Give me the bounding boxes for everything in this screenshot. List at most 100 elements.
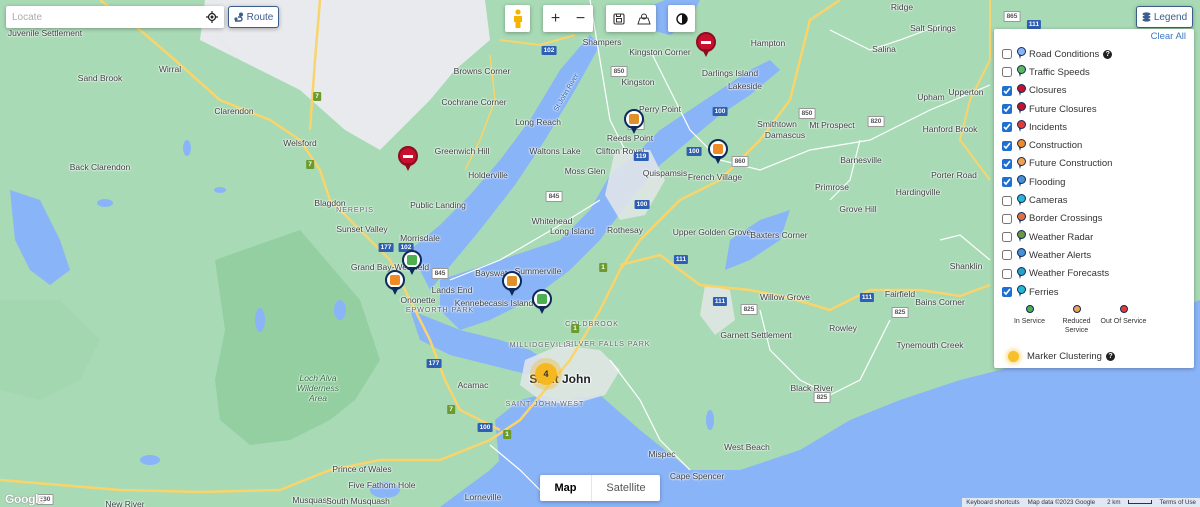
- place-label: French Village: [687, 172, 743, 182]
- scale-label: 2 km: [1107, 499, 1121, 506]
- layer-checkbox[interactable]: [1002, 158, 1012, 169]
- place-label: Five Fathom Hole: [348, 480, 416, 490]
- traffic-speeds-icon: [1016, 65, 1026, 79]
- route-shield: 865: [1003, 11, 1021, 22]
- place-label: Grove Hill: [839, 204, 877, 214]
- neighbourhood-label: EPWORTH PARK: [405, 307, 475, 314]
- future-construction-marker[interactable]: [624, 109, 644, 135]
- layer-checkbox[interactable]: [1002, 232, 1012, 243]
- map-type-control: Map Satellite: [540, 475, 660, 501]
- legend-layer-ferries[interactable]: Ferries: [1002, 283, 1186, 301]
- route-shield: 825: [891, 307, 909, 318]
- ferry-status-icon: [1025, 305, 1034, 314]
- legend-layer-weather-alerts[interactable]: Weather Alerts: [1002, 246, 1186, 264]
- place-label: Hampton: [750, 38, 786, 48]
- legend-layer-traffic-speeds[interactable]: Traffic Speeds: [1002, 63, 1186, 81]
- future-construction-marker[interactable]: [502, 271, 522, 297]
- street-view-pegman[interactable]: [505, 5, 530, 32]
- place-label: Welsford: [283, 138, 317, 148]
- legend-layer-incidents[interactable]: Incidents: [1002, 118, 1186, 136]
- route-shield: 825: [740, 304, 758, 315]
- layer-label: Border Crossings: [1029, 213, 1103, 225]
- place-label: New River: [105, 499, 145, 507]
- place-label: Upperton: [948, 87, 984, 97]
- legend-button[interactable]: Legend: [1136, 6, 1193, 28]
- layer-checkbox[interactable]: [1002, 85, 1012, 96]
- place-label: Lakeside: [727, 81, 763, 91]
- clear-all-link[interactable]: Clear All: [1151, 31, 1186, 42]
- layer-checkbox[interactable]: [1002, 287, 1012, 297]
- place-label: Wirral: [158, 64, 182, 74]
- locate-input[interactable]: [12, 11, 206, 23]
- layer-checkbox[interactable]: [1002, 140, 1012, 151]
- layer-checkbox[interactable]: [1002, 177, 1012, 188]
- ferry-marker[interactable]: [532, 289, 552, 315]
- layer-checkbox[interactable]: [1002, 195, 1012, 206]
- terms-of-use-link[interactable]: Terms of Use: [1156, 498, 1200, 507]
- place-label: Browns Corner: [453, 66, 511, 76]
- layer-checkbox[interactable]: [1002, 250, 1012, 261]
- construction-marker[interactable]: [708, 139, 728, 165]
- zoom-out-button[interactable]: −: [568, 5, 593, 32]
- legend-layer-weather-forecasts[interactable]: Weather Forecasts: [1002, 265, 1186, 283]
- layer-label: Traffic Speeds: [1029, 66, 1090, 78]
- route-button[interactable]: Route: [228, 6, 279, 28]
- route-shield: 7: [306, 160, 314, 169]
- place-label: Tynemouth Creek: [896, 340, 964, 350]
- layer-checkbox[interactable]: [1002, 122, 1012, 133]
- park-label: Loch Alva Wilderness Area: [297, 373, 339, 403]
- locate-search-box[interactable]: [6, 6, 224, 28]
- legend-layer-future-closures[interactable]: Future Closures: [1002, 100, 1186, 118]
- layer-checkbox[interactable]: [1002, 213, 1012, 224]
- place-label: Salt Springs: [910, 23, 956, 33]
- place-label: Bains Corner: [915, 297, 965, 307]
- layer-checkbox[interactable]: [1002, 67, 1012, 78]
- route-shield: 177: [426, 359, 442, 368]
- layer-checkbox[interactable]: [1002, 268, 1012, 279]
- save-icon: [612, 12, 625, 25]
- layer-checkbox[interactable]: [1002, 104, 1012, 115]
- legend-layer-road-conditions[interactable]: Road Conditions?: [1002, 45, 1186, 63]
- legend-layer-cameras[interactable]: Cameras: [1002, 191, 1186, 209]
- closure-marker[interactable]: [398, 146, 418, 172]
- ferry-status-item: Out Of Service: [1100, 305, 1147, 335]
- legend-layer-construction[interactable]: Construction: [1002, 136, 1186, 154]
- save-view-button[interactable]: [606, 5, 631, 32]
- legend-layer-border-crossings[interactable]: Border Crossings: [1002, 210, 1186, 228]
- map-data-credit: Map data ©2023 Google: [1027, 499, 1096, 506]
- my-location-icon[interactable]: [206, 11, 218, 23]
- contrast-icon: [675, 12, 688, 25]
- map-type-map-button[interactable]: Map: [540, 475, 591, 501]
- route-shield: 850: [610, 66, 628, 77]
- weather-forecast-icon: [1016, 266, 1026, 281]
- future-closure-icon: [1016, 102, 1026, 116]
- marker-cluster[interactable]: 4: [535, 363, 557, 385]
- layer-label: Incidents: [1029, 121, 1068, 133]
- legend-layer-flooding[interactable]: Flooding: [1002, 173, 1186, 191]
- keyboard-shortcuts-link[interactable]: Keyboard shortcuts: [962, 498, 1023, 507]
- place-label: Public Landing: [410, 200, 466, 210]
- help-icon[interactable]: ?: [1105, 352, 1115, 362]
- zoom-in-button[interactable]: +: [543, 5, 568, 32]
- legend-layer-future-construction[interactable]: Future Construction: [1002, 155, 1186, 173]
- legend-layer-weather-radar[interactable]: Weather Radar: [1002, 228, 1186, 246]
- scale-bar[interactable]: 2 km: [1099, 498, 1155, 507]
- ferry-marker[interactable]: [402, 250, 422, 276]
- place-label: Willow Grove: [759, 292, 811, 302]
- place-label: Darlings Island: [701, 68, 759, 78]
- my-places-button[interactable]: [631, 5, 656, 32]
- closure-marker[interactable]: [696, 32, 716, 58]
- place-label: Holderville: [468, 170, 508, 180]
- place-label: Lands End: [431, 285, 473, 295]
- legend-layer-closures[interactable]: Closures: [1002, 82, 1186, 100]
- route-shield: 111: [1026, 20, 1042, 29]
- place-label: Baxters Corner: [750, 230, 808, 240]
- help-icon[interactable]: ?: [1103, 49, 1113, 59]
- route-shield: 820: [867, 116, 885, 127]
- place-label: Upham: [917, 92, 945, 102]
- marker-clustering-icon[interactable]: [1008, 351, 1019, 363]
- route-shield: 100: [712, 107, 728, 116]
- layer-checkbox[interactable]: [1002, 49, 1012, 60]
- map-type-satellite-button[interactable]: Satellite: [591, 475, 660, 501]
- contrast-toggle[interactable]: [668, 5, 695, 32]
